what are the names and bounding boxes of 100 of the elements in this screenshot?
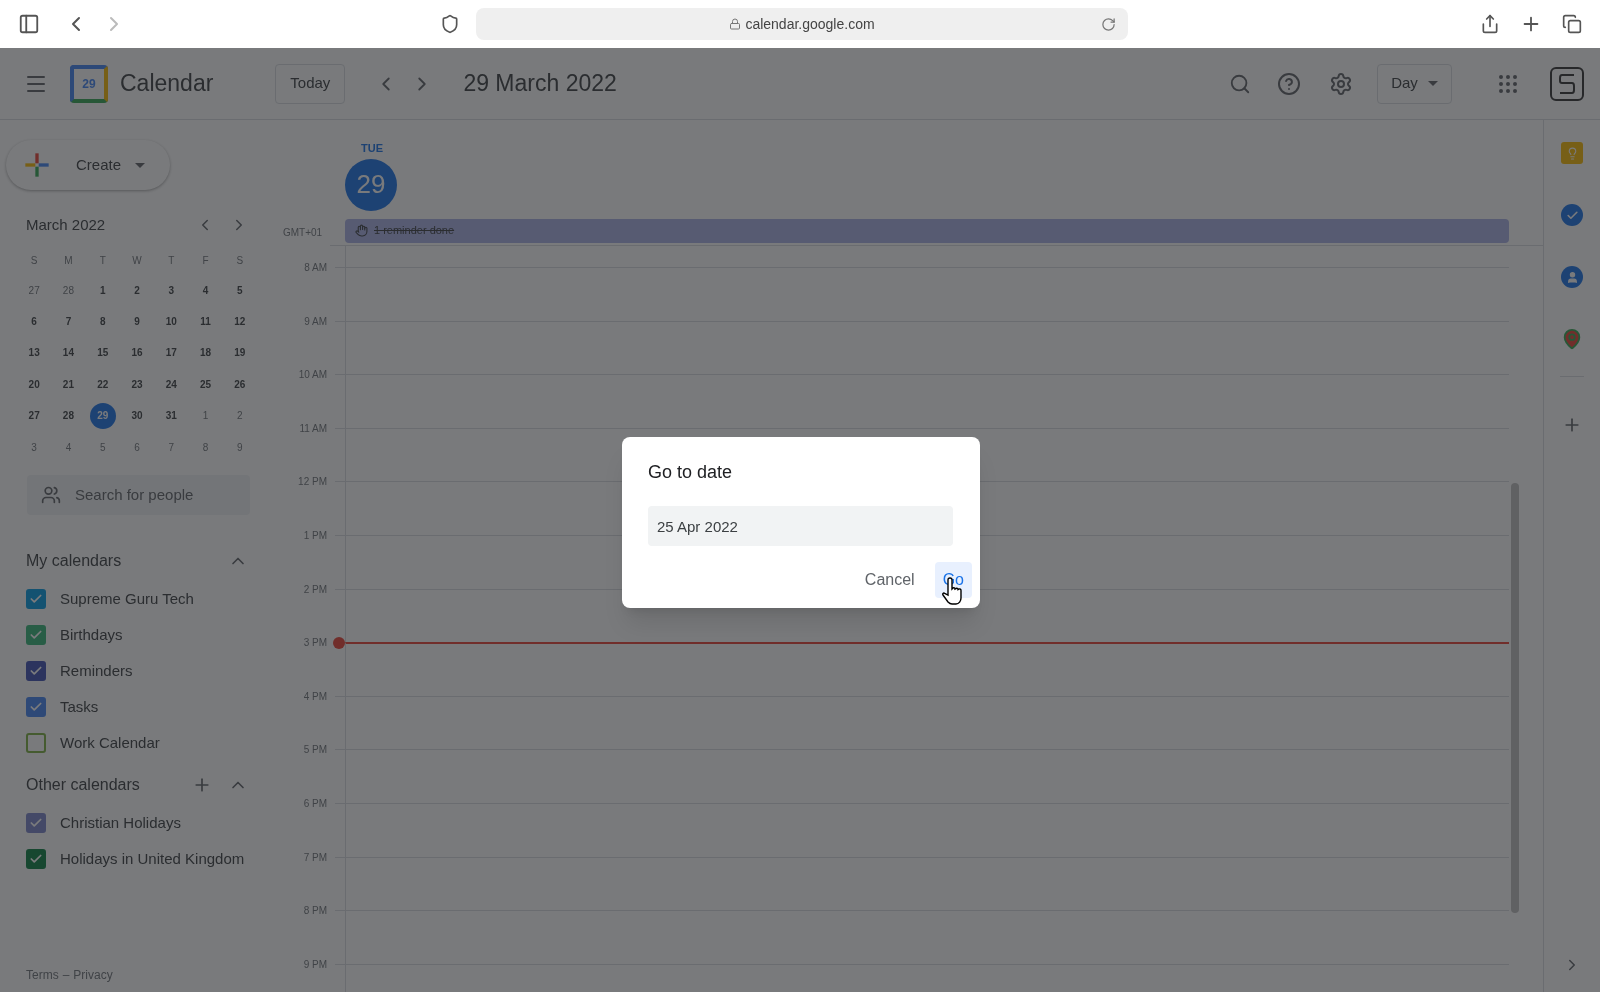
calendar-item[interactable]: Supreme Guru Tech (0, 580, 270, 617)
hour-label: 11 AM (298, 421, 327, 436)
people-icon (41, 484, 61, 505)
checkbox[interactable] (26, 624, 46, 645)
privacy-link[interactable]: Privacy (73, 966, 113, 984)
calendar-name: Reminders (60, 660, 133, 681)
checkbox[interactable] (26, 732, 46, 753)
hour-label: 4 PM (302, 689, 327, 704)
calendar-name: Christian Holidays (60, 812, 181, 833)
caret-icon (1427, 81, 1438, 86)
day-cell[interactable]: 7 (55, 308, 82, 335)
day-cell[interactable]: 28 (55, 402, 82, 429)
sidebar-toggle-icon[interactable] (18, 13, 40, 35)
day-cell[interactable]: 12 (226, 308, 253, 335)
day-cell[interactable]: 1 (89, 277, 116, 304)
day-cell[interactable]: 4 (192, 277, 219, 304)
day-cell[interactable]: 5 (226, 277, 253, 304)
calendar-item[interactable]: Birthdays (0, 616, 270, 653)
person-icon[interactable] (1561, 266, 1583, 288)
search-icon[interactable] (1229, 72, 1251, 95)
weekday-heading: TUE (360, 141, 384, 156)
calendar-name: Holidays in United Kingdom (60, 848, 245, 869)
calendar-name: Tasks (60, 696, 99, 717)
account-avatar[interactable] (1550, 66, 1584, 101)
calendar-logo: 29 (70, 64, 108, 103)
section-title: My calendars (26, 550, 123, 571)
logo-icon (1558, 72, 1576, 95)
view-dropdown[interactable]: Day (1377, 63, 1452, 104)
hand-icon (355, 224, 368, 237)
day-cell[interactable]: 27 (21, 277, 48, 304)
day-cell[interactable]: 31 (158, 402, 185, 429)
day-cell[interactable]: 2 (124, 277, 150, 304)
reload-icon[interactable] (1101, 16, 1116, 32)
day-cell[interactable]: 20 (21, 371, 48, 398)
day-cell[interactable]: 14 (55, 339, 82, 366)
calendar-item[interactable]: Holidays in United Kingdom (0, 840, 270, 877)
current-time-slot[interactable] (345, 642, 1509, 696)
calendar-item[interactable]: Reminders (0, 652, 270, 689)
date-title: 29 March 2022 (463, 69, 617, 99)
day-cell[interactable]: 18 (192, 339, 219, 366)
calendar-name: Supreme Guru Tech (60, 588, 194, 609)
day-cell[interactable]: 27 (21, 402, 48, 429)
checkbox[interactable] (26, 812, 46, 833)
calendar-item[interactable]: Work Calendar (0, 724, 270, 761)
today-button[interactable]: Today (275, 63, 346, 104)
map-pin-icon[interactable] (1561, 328, 1583, 350)
calendar-name: Birthdays (60, 624, 123, 645)
day-cell[interactable]: 17 (158, 339, 185, 366)
calendar-item[interactable]: Christian Holidays (0, 804, 270, 841)
tabs-icon[interactable] (1562, 14, 1582, 34)
app-name: Calendar (120, 69, 214, 99)
day-cell[interactable]: 19 (226, 339, 253, 366)
day-cell[interactable]: 6 (21, 308, 48, 335)
bulb-icon[interactable] (1561, 142, 1583, 164)
day-cell[interactable]: 28 (55, 277, 82, 304)
dialog-button[interactable]: Cancel (856, 562, 923, 598)
share-icon[interactable] (1480, 14, 1500, 34)
day-cell[interactable]: 21 (55, 371, 82, 398)
day-cell[interactable]: 30 (124, 402, 150, 429)
plus-icon (22, 150, 52, 180)
day-cell[interactable]: 23 (124, 371, 150, 398)
day-cell[interactable]: 24 (158, 371, 185, 398)
calendar-item[interactable]: Tasks (0, 688, 270, 725)
day-cell[interactable]: 22 (89, 371, 116, 398)
reminder-chip[interactable]: 1 reminder done (345, 218, 1509, 243)
day-cell[interactable]: 10 (158, 308, 185, 335)
checkbox[interactable] (26, 660, 46, 681)
checkbox[interactable] (26, 588, 46, 609)
weekday-label: F (201, 254, 210, 268)
calendar-name: Work Calendar (60, 732, 160, 753)
day-cell[interactable]: 8 (89, 308, 116, 335)
address-bar[interactable]: calendar.google.com (476, 8, 1128, 40)
url-text: calendar.google.com (745, 14, 875, 34)
terms-link[interactable]: Terms (26, 966, 59, 984)
lock-icon (729, 18, 742, 30)
section-title: Other calendars (26, 774, 141, 795)
day-cell[interactable]: 15 (89, 339, 116, 366)
day-cell[interactable]: 26 (226, 371, 253, 398)
help-icon[interactable] (1277, 71, 1301, 96)
day-cell[interactable]: 29 (89, 402, 116, 429)
separator-text: – (62, 967, 70, 984)
day-cell[interactable]: 11 (192, 308, 219, 335)
people-search-field[interactable]: Search for people (27, 474, 250, 515)
day-cell[interactable]: 3 (158, 277, 185, 304)
day-cell[interactable]: 13 (21, 339, 48, 366)
scrollbar[interactable] (1511, 483, 1519, 913)
day-cell[interactable]: 4 (55, 434, 82, 461)
reminder-text: 1 reminder done (374, 223, 455, 239)
day-cell[interactable]: 16 (124, 339, 150, 366)
day-cell[interactable]: 3 (21, 434, 48, 461)
create-button[interactable]: Create (6, 140, 170, 190)
dialog-title: Go to date (648, 461, 734, 484)
hour-label: 3 PM (302, 636, 327, 651)
day-cell[interactable]: 25 (192, 371, 219, 398)
date-input[interactable]: 25 Apr 2022 (648, 506, 953, 546)
checkbox[interactable] (26, 696, 46, 717)
settings-icon[interactable] (1329, 71, 1353, 96)
checkbox[interactable] (26, 848, 46, 869)
day-cell[interactable]: 9 (124, 308, 150, 335)
shield-icon[interactable] (440, 14, 460, 34)
